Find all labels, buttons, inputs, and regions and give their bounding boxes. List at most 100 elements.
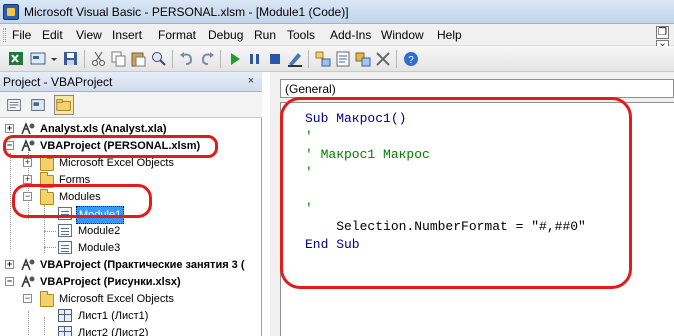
undo-icon[interactable] [178, 50, 196, 68]
vba-project-icon [21, 139, 35, 152]
save-icon[interactable] [62, 50, 80, 68]
collapse-icon[interactable]: − [5, 277, 14, 286]
view-object-icon[interactable] [28, 95, 48, 115]
tree-node-label: Лист1 (Лист1) [78, 310, 149, 322]
tree-node-forms[interactable]: + Forms [0, 172, 262, 188]
object-browser-icon[interactable] [354, 50, 372, 68]
restore-icon[interactable]: ❐ [656, 26, 669, 39]
redo-icon[interactable] [198, 50, 216, 68]
menu-run[interactable]: Run [254, 28, 276, 42]
vba-project-icon [21, 258, 35, 271]
menu-format[interactable]: Format [158, 28, 196, 42]
expand-icon[interactable]: + [5, 260, 14, 269]
svg-text:?: ? [408, 55, 414, 66]
view-code-icon[interactable] [4, 95, 24, 115]
toolbox-icon[interactable] [374, 50, 392, 68]
module-icon [58, 224, 72, 237]
find-icon[interactable] [150, 50, 168, 68]
run-icon[interactable] [226, 50, 244, 68]
open-folder-icon [40, 291, 54, 307]
tree-node-sheet2[interactable]: Лист2 (Лист2) [0, 325, 262, 336]
object-dropdown-value: (General) [285, 82, 336, 96]
menu-add-ins[interactable]: Add-Ins [330, 28, 371, 42]
open-folder-icon [40, 189, 54, 205]
tree-node-module3[interactable]: Module3 [0, 240, 262, 256]
toolbar-separator [172, 50, 173, 68]
tree-node-label: Module1 [76, 206, 125, 224]
panel-toolbar [0, 92, 262, 118]
menu-window[interactable]: Window [381, 28, 424, 42]
menu-tools[interactable]: Tools [287, 28, 315, 42]
code-line-8[interactable]: End Sub [305, 237, 360, 252]
menu-insert[interactable]: Insert [112, 28, 142, 42]
tree-node-analyst[interactable]: + Analyst.xls (Analyst.xla) [0, 121, 262, 137]
folder-icon [56, 99, 71, 111]
tree-node-label: Module3 [78, 242, 121, 254]
project-explorer-icon[interactable] [314, 50, 332, 68]
tree-node-modules[interactable]: − Modules [0, 189, 262, 205]
chevron-down-icon[interactable] [50, 50, 58, 68]
menu-help[interactable]: Help [437, 28, 462, 42]
collapse-icon[interactable]: − [23, 294, 32, 303]
tree-node-label: VBAProject (Рисунки.xlsx) [40, 276, 181, 288]
break-icon[interactable] [246, 50, 264, 68]
tree-node-label: VBAProject (PERSONAL.xlsm) [40, 140, 201, 152]
panel-title: Project - VBAProject [3, 75, 113, 89]
tree-node-practical[interactable]: + VBAProject (Практические занятия 3 ( [0, 257, 262, 273]
code-line-2[interactable]: ' [305, 129, 313, 144]
expand-icon[interactable]: + [23, 158, 32, 167]
menu-view[interactable]: View [76, 28, 102, 42]
menu-file[interactable]: File [12, 28, 31, 42]
cut-icon[interactable] [90, 50, 108, 68]
title-bar: Microsoft Visual Basic - PERSONAL.xlsm -… [0, 0, 674, 24]
menu-bar: ❐ × File Edit View Insert Format Debug R… [0, 24, 674, 53]
sheet-icon [58, 326, 72, 336]
object-dropdown[interactable]: (General) [280, 79, 674, 98]
folder-icon [40, 172, 54, 188]
copy-icon[interactable] [110, 50, 128, 68]
menu-edit[interactable]: Edit [42, 28, 63, 42]
tree-node-excel-objects-2[interactable]: − Microsoft Excel Objects [0, 291, 262, 307]
expand-icon[interactable]: + [5, 124, 14, 133]
module-icon [58, 241, 72, 254]
sheet-icon [58, 309, 72, 322]
code-line-6[interactable]: ' [305, 201, 313, 216]
panel-close-icon[interactable]: × [244, 74, 258, 88]
expand-icon[interactable]: + [23, 175, 32, 184]
toggle-folders-button[interactable] [54, 95, 74, 115]
tree-node-module1[interactable]: Module1 [0, 206, 262, 224]
code-line-3[interactable]: ' Макрос1 Макрос [305, 147, 430, 162]
paste-icon[interactable] [130, 50, 148, 68]
project-explorer-panel: Project - VBAProject × + Analyst.xls (An… [0, 72, 262, 336]
standard-toolbar: ? [0, 46, 674, 72]
help-icon[interactable]: ? [402, 50, 420, 68]
vba-project-icon [21, 275, 35, 288]
tree-node-personal[interactable]: − VBAProject (PERSONAL.xlsm) [0, 138, 262, 154]
tree-node-label: Microsoft Excel Objects [59, 293, 174, 305]
tree-node-label: VBAProject (Практические занятия 3 ( [40, 259, 245, 271]
menu-debug[interactable]: Debug [208, 28, 243, 42]
tree-node-label: Module2 [78, 225, 121, 237]
code-editor[interactable]: Sub Макрос1() ' ' Макрос1 Макрос ' ' Sel… [280, 102, 674, 336]
code-line-4[interactable]: ' [305, 165, 313, 180]
reset-icon[interactable] [266, 50, 284, 68]
tree-node-sheet1[interactable]: Лист1 (Лист1) [0, 308, 262, 324]
tree-node-excel-objects[interactable]: + Microsoft Excel Objects [0, 155, 262, 171]
design-mode-icon[interactable] [286, 50, 304, 68]
tree-node-pictures[interactable]: − VBAProject (Рисунки.xlsx) [0, 274, 262, 290]
toolbar-separator [84, 50, 85, 68]
collapse-icon[interactable]: − [5, 141, 14, 150]
properties-icon[interactable] [334, 50, 352, 68]
tree-node-label: Лист2 (Лист2) [78, 327, 149, 336]
excel-view-icon[interactable] [8, 50, 26, 68]
tree-node-label: Analyst.xls (Analyst.xla) [40, 123, 167, 135]
collapse-icon[interactable]: − [23, 192, 32, 201]
insert-userform-icon[interactable] [30, 50, 48, 68]
code-window: (General) Sub Макрос1() ' ' Макрос1 Макр… [270, 72, 674, 336]
toolbar-separator [220, 50, 221, 68]
code-line-1[interactable]: Sub Макрос1() [305, 111, 406, 126]
code-line-7[interactable]: Selection.NumberFormat = "#,##0" [305, 219, 586, 234]
tree-node-module2[interactable]: Module2 [0, 223, 262, 239]
project-tree: + Analyst.xls (Analyst.xla) − VBAProject… [0, 119, 262, 336]
tree-node-label: Microsoft Excel Objects [59, 157, 174, 169]
